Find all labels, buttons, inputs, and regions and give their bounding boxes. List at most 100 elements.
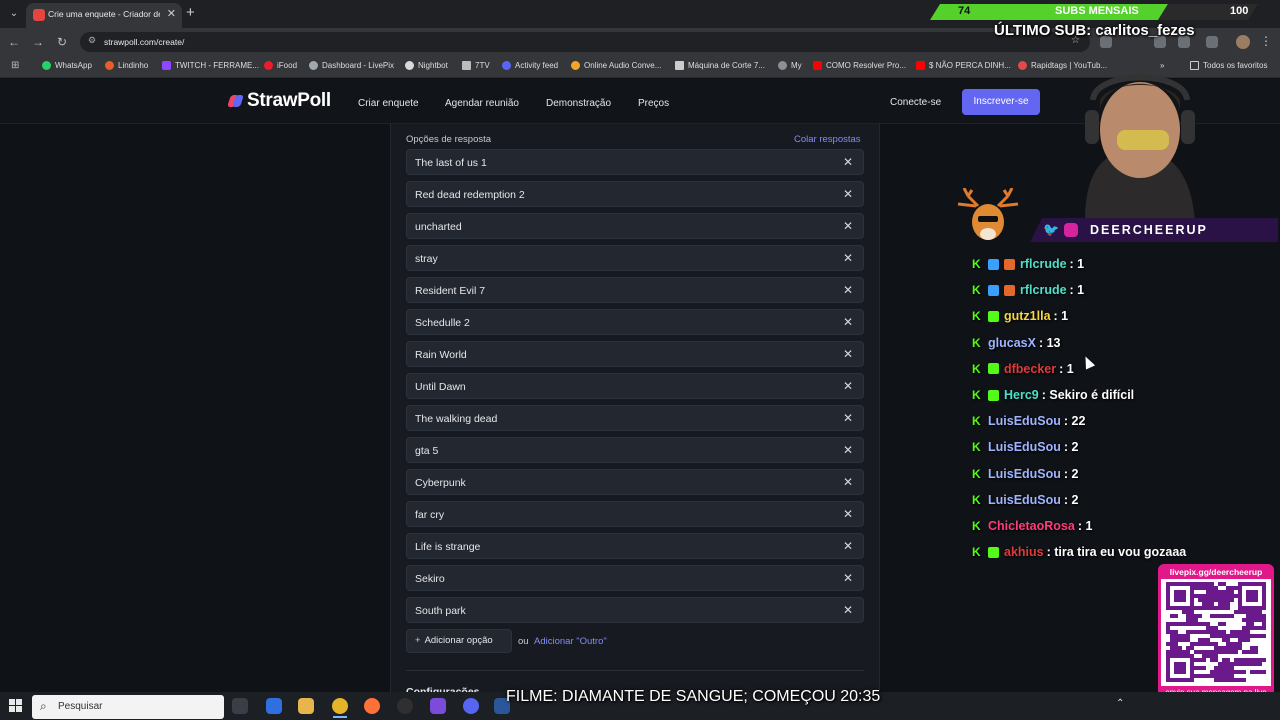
remove-option-icon[interactable]: ✕ (843, 251, 853, 265)
file-explorer-icon[interactable] (298, 698, 314, 714)
paste-answers-link[interactable]: Colar respostas (794, 134, 861, 145)
answer-option-input[interactable]: Red dead redemption 2 ✕ (406, 181, 864, 207)
remove-option-icon[interactable]: ✕ (843, 315, 853, 329)
answer-option-input[interactable]: Schedulle 2 ✕ (406, 309, 864, 335)
bookmarks-overflow-icon[interactable]: » (1160, 61, 1164, 70)
chrome-icon[interactable] (332, 698, 348, 714)
all-bookmarks[interactable]: Todos os favoritos (1190, 61, 1267, 70)
add-other-link[interactable]: Adicionar "Outro" (534, 636, 607, 647)
answer-option-input[interactable]: Until Dawn ✕ (406, 373, 864, 399)
answer-option-input[interactable]: far cry ✕ (406, 501, 864, 527)
profile-avatar[interactable] (1236, 35, 1250, 49)
bookmark-my[interactable]: My (778, 61, 802, 70)
answer-option-input[interactable]: uncharted ✕ (406, 213, 864, 239)
browser-tab[interactable]: Crie uma enquete - Criador de ✕ (26, 3, 182, 28)
answer-option-input[interactable]: stray ✕ (406, 245, 864, 271)
obs-icon[interactable] (397, 698, 413, 714)
remove-option-icon[interactable]: ✕ (843, 379, 853, 393)
bookmark-livepix[interactable]: Dashboard - LivePix (309, 61, 394, 70)
bookmark-activity-feed[interactable]: Activity feed (502, 61, 558, 70)
remove-option-icon[interactable]: ✕ (843, 187, 853, 201)
answer-option-input[interactable]: Sekiro ✕ (406, 565, 864, 591)
nav-pricing[interactable]: Preços (638, 98, 669, 109)
new-tab-icon[interactable]: + (186, 4, 195, 21)
add-option-button[interactable]: + Adicionar opção (406, 629, 512, 653)
chat-message: K Herc9: Sekiro é difícil (972, 386, 1134, 404)
remove-option-icon[interactable]: ✕ (843, 155, 853, 169)
tab-title: Crie uma enquete - Criador de (48, 9, 160, 19)
browser-menu-icon[interactable]: ⋮ (1260, 34, 1272, 48)
tab-search-icon[interactable]: ⌄ (6, 6, 22, 22)
tab-close-icon[interactable]: ✕ (167, 7, 176, 20)
chat-text: : 2 (1063, 440, 1079, 455)
answer-option-input[interactable]: Rain World ✕ (406, 341, 864, 367)
answer-option-input[interactable]: Life is strange ✕ (406, 533, 864, 559)
remove-option-icon[interactable]: ✕ (843, 283, 853, 297)
remove-option-icon[interactable]: ✕ (843, 507, 853, 521)
url-bar[interactable]: ⚙ strawpoll.com/create/ ☆ (80, 32, 1090, 52)
nav-schedule-meeting[interactable]: Agendar reunião (445, 98, 519, 109)
answer-option-value: Schedulle 2 (415, 317, 470, 329)
bookmark-como-resolver[interactable]: COMO Resolver Pro... (813, 61, 906, 70)
remove-option-icon[interactable]: ✕ (843, 603, 853, 617)
answer-option-input[interactable]: The last of us 1 ✕ (406, 149, 864, 175)
apps-grid-icon[interactable]: ⊞ (11, 60, 22, 71)
bookmark-audio-converter[interactable]: Online Audio Conve... (571, 61, 661, 70)
chat-message: K LuisEduSou: 2 (972, 491, 1079, 509)
channel-name: DEERCHEERUP (1090, 223, 1208, 237)
bookmark-icon (105, 61, 114, 70)
chat-username: dfbecker (1004, 361, 1057, 376)
remove-option-icon[interactable]: ✕ (843, 411, 853, 425)
bookmark-lindinho[interactable]: Lindinho (105, 61, 148, 70)
bookmark-7tv[interactable]: 7TV (462, 61, 490, 70)
remove-option-icon[interactable]: ✕ (843, 347, 853, 361)
chat-text: : 13 (1038, 335, 1061, 350)
answer-option-input[interactable]: South park ✕ (406, 597, 864, 623)
copilot-icon[interactable] (266, 698, 282, 714)
bookmark-label: Rapidtags | YouTub... (1031, 61, 1108, 70)
app-icon[interactable] (430, 698, 446, 714)
nav-demo[interactable]: Demonstração (546, 98, 611, 109)
chat-message: K ChicletaoRosa: 1 (972, 517, 1092, 535)
forward-icon[interactable]: → (30, 34, 46, 50)
answer-option-input[interactable]: gta 5 ✕ (406, 437, 864, 463)
answer-option-input[interactable]: Cyberpunk ✕ (406, 469, 864, 495)
remove-option-icon[interactable]: ✕ (843, 539, 853, 553)
remove-option-icon[interactable]: ✕ (843, 219, 853, 233)
chat-text: : tira tira eu vou gozaaa (1046, 545, 1187, 560)
answer-option-input[interactable]: The walking dead ✕ (406, 405, 864, 431)
bookmark-nao-perca[interactable]: $ NÃO PERCA DINH... (916, 61, 1011, 70)
chat-username: LuisEduSou (988, 414, 1061, 429)
signup-button[interactable]: Inscrever-se (962, 89, 1040, 115)
nav-create-poll[interactable]: Criar enquete (358, 98, 419, 109)
back-icon[interactable]: ← (6, 34, 22, 50)
windows-start-icon[interactable] (9, 699, 22, 712)
bookmark-nightbot[interactable]: Nightbot (405, 61, 448, 70)
bookmark-whatsapp[interactable]: WhatsApp (42, 61, 92, 70)
bookmark-rapidtags[interactable]: Rapidtags | YouTub... (1018, 61, 1107, 70)
answer-option-input[interactable]: Resident Evil 7 ✕ (406, 277, 864, 303)
remove-option-icon[interactable]: ✕ (843, 571, 853, 585)
extensions-puzzle-icon[interactable] (1206, 36, 1218, 48)
discord-icon[interactable] (463, 698, 479, 714)
deer-mascot-icon (957, 188, 1019, 240)
bookmark-twitch[interactable]: TWITCH - FERRAME... (162, 61, 259, 70)
remove-option-icon[interactable]: ✕ (843, 475, 853, 489)
whatsapp-icon (42, 61, 51, 70)
section-divider (406, 670, 864, 671)
chat-badge-icon (988, 258, 999, 270)
bookmark-ifood[interactable]: iFood (264, 61, 297, 70)
ifood-icon (264, 61, 273, 70)
strawpoll-logo[interactable]: StrawPoll (227, 90, 331, 112)
remove-option-icon[interactable]: ✕ (843, 443, 853, 457)
site-info-icon[interactable]: ⚙ (88, 35, 96, 46)
bookmark-maquina[interactable]: Máquina de Corte 7... (675, 61, 765, 70)
reload-icon[interactable]: ↻ (54, 34, 70, 50)
chat-text: : 1 (1053, 309, 1069, 324)
chat-username: rflcrude (1020, 283, 1067, 298)
task-view-icon[interactable] (232, 698, 248, 714)
system-tray-chevron-icon[interactable]: ⌃ (1116, 698, 1124, 709)
firefox-icon[interactable] (364, 698, 380, 714)
login-link[interactable]: Conecte-se (890, 97, 941, 108)
bookmark-icon (1018, 61, 1027, 70)
